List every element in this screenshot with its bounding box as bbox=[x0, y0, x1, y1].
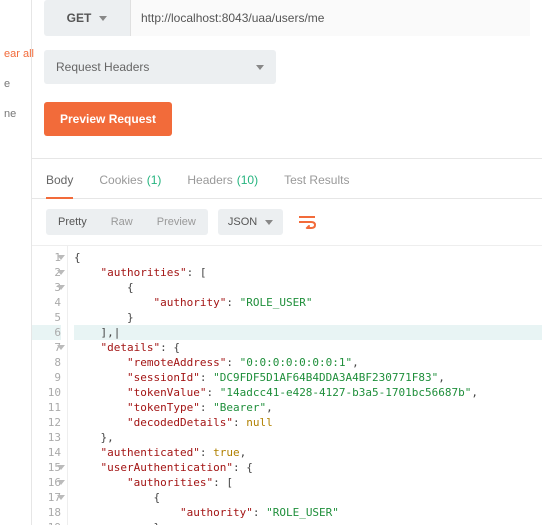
code-content[interactable]: { "authorities": [ { "authority": "ROLE_… bbox=[68, 246, 542, 525]
history-sidebar: ear all e ne bbox=[0, 0, 32, 525]
tab-body[interactable]: Body bbox=[46, 173, 73, 199]
tab-headers-label: Headers bbox=[187, 173, 232, 188]
view-preview[interactable]: Preview bbox=[145, 209, 208, 235]
request-headers-label: Request Headers bbox=[56, 60, 149, 74]
view-pretty[interactable]: Pretty bbox=[46, 209, 99, 235]
sidebar-fragment-ne[interactable]: ne bbox=[4, 108, 27, 120]
preview-request-button[interactable]: Preview Request bbox=[44, 102, 172, 136]
body-view-controls: Pretty Raw Preview JSON bbox=[32, 199, 542, 246]
tab-test-results[interactable]: Test Results bbox=[284, 173, 349, 198]
tab-headers-count: (10) bbox=[237, 173, 258, 188]
wrap-lines-icon[interactable] bbox=[293, 209, 321, 235]
http-method-label: GET bbox=[67, 11, 92, 25]
caret-down-icon bbox=[256, 65, 264, 70]
caret-down-icon bbox=[265, 220, 273, 225]
url-input[interactable] bbox=[130, 0, 530, 36]
tab-cookies[interactable]: Cookies (1) bbox=[99, 173, 161, 198]
response-body-viewer[interactable]: 123456789101112131415161718192021 { "aut… bbox=[32, 246, 542, 525]
caret-down-icon bbox=[99, 16, 107, 21]
http-method-select[interactable]: GET bbox=[44, 0, 130, 36]
view-raw[interactable]: Raw bbox=[99, 209, 145, 235]
clear-all-link[interactable]: ear all bbox=[4, 48, 27, 60]
tab-cookies-label: Cookies bbox=[99, 173, 142, 188]
line-gutter: 123456789101112131415161718192021 bbox=[32, 246, 68, 525]
tab-cookies-count: (1) bbox=[147, 173, 162, 188]
format-label: JSON bbox=[228, 216, 257, 228]
main-panel: GET Request Headers Preview Request Body… bbox=[32, 0, 542, 525]
response-tabs: Body Cookies (1) Headers (10) Test Resul… bbox=[32, 159, 542, 199]
request-builder: GET Request Headers Preview Request bbox=[32, 0, 542, 159]
format-select[interactable]: JSON bbox=[218, 209, 283, 235]
url-row: GET bbox=[44, 0, 530, 36]
request-headers-dropdown[interactable]: Request Headers bbox=[44, 50, 276, 84]
view-mode-group: Pretty Raw Preview bbox=[46, 209, 208, 235]
sidebar-fragment-e[interactable]: e bbox=[4, 78, 27, 90]
tab-headers[interactable]: Headers (10) bbox=[187, 173, 258, 198]
